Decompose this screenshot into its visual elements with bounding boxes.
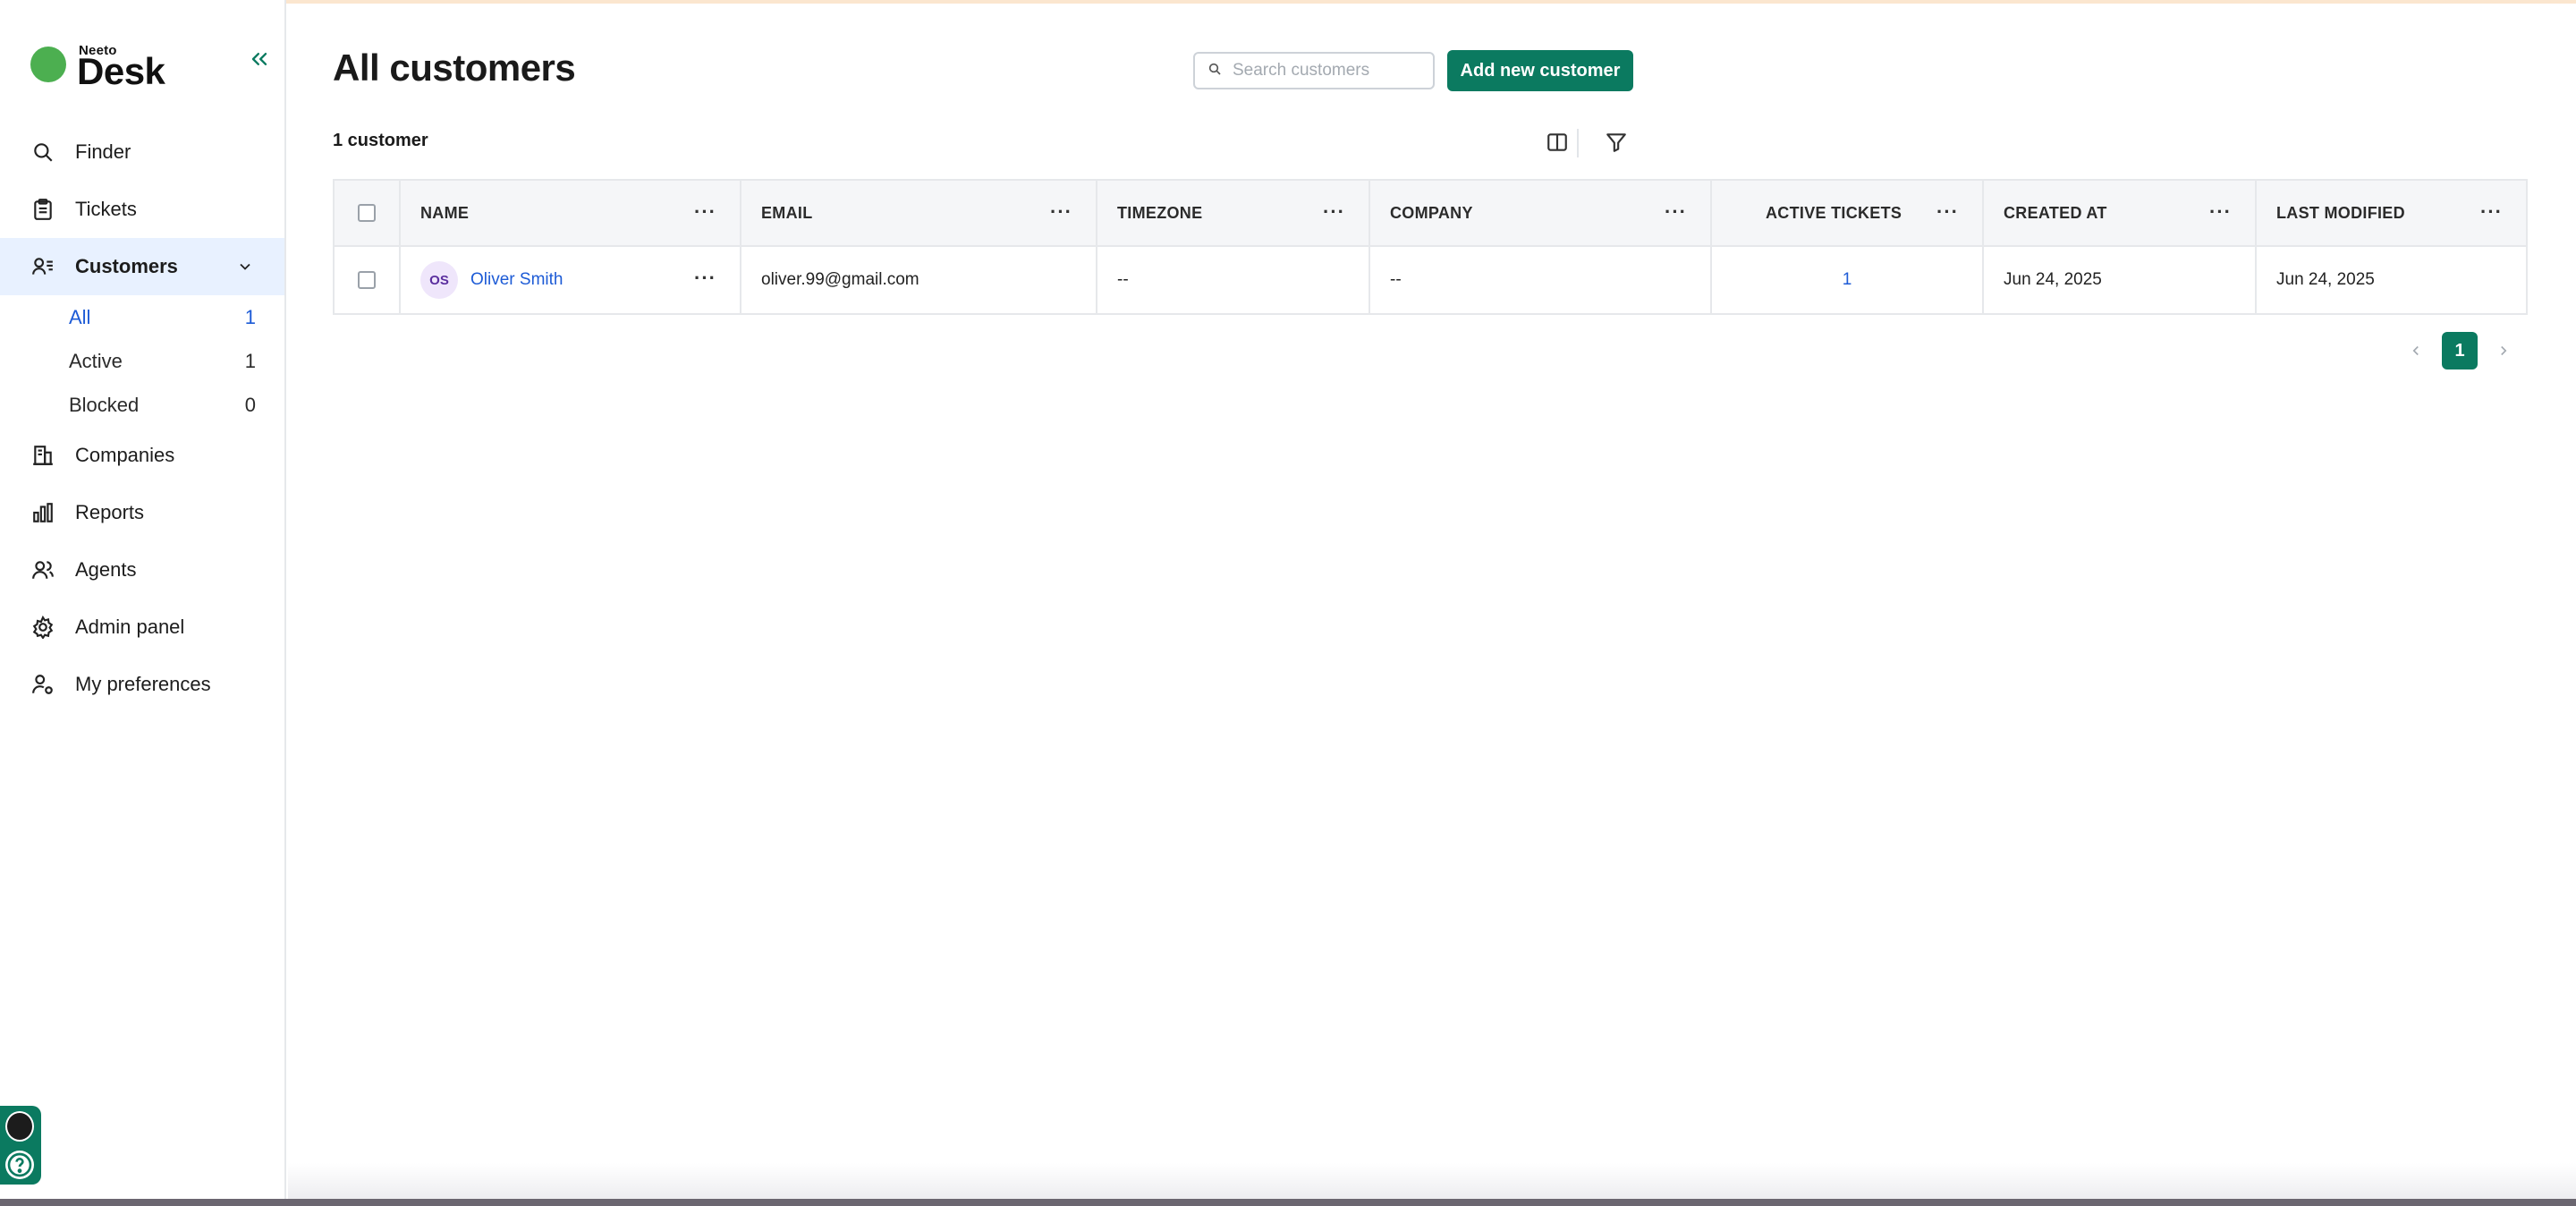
search-box[interactable] xyxy=(1193,52,1435,89)
filter-blocked[interactable]: Blocked 0 xyxy=(69,383,284,427)
row-actions-icon[interactable]: ··· xyxy=(694,268,716,288)
filter-label: All xyxy=(69,305,91,328)
customer-timezone-cell: -- xyxy=(1097,247,1370,313)
active-tickets-cell: 1 xyxy=(1712,247,1984,313)
toolbar-divider xyxy=(1577,129,1579,157)
clipboard-icon xyxy=(30,197,55,222)
user-avatar-icon[interactable] xyxy=(5,1111,34,1142)
sidebar-item-my-preferences[interactable]: My preferences xyxy=(0,656,284,713)
customer-email-cell: oliver.99@gmail.com xyxy=(741,247,1097,313)
collapse-sidebar-icon[interactable] xyxy=(247,47,272,72)
column-menu-icon[interactable]: ··· xyxy=(1050,202,1072,222)
sidebar-item-label: Admin panel xyxy=(75,616,185,638)
filter-label: Blocked xyxy=(69,393,140,416)
filter-icon[interactable] xyxy=(1605,131,1630,156)
column-menu-icon[interactable]: ··· xyxy=(1323,202,1345,222)
column-header-label: LAST MODIFIED xyxy=(2276,203,2405,222)
page-title: All customers xyxy=(333,47,576,89)
column-header-label: TIMEZONE xyxy=(1117,203,1203,222)
last-modified-cell: Jun 24, 2025 xyxy=(2276,270,2375,289)
column-header-company[interactable]: COMPANY ··· xyxy=(1370,181,1712,245)
column-header-name[interactable]: NAME ··· xyxy=(401,181,741,245)
sidebar-item-label: Companies xyxy=(75,444,175,466)
pagination: 1 xyxy=(2402,331,2517,370)
logo-product-text: Desk xyxy=(77,50,165,92)
filter-label: Active xyxy=(69,349,123,372)
bar-chart-icon xyxy=(30,500,55,525)
sidebar-nav: Finder Tickets Customers All 1 Active 1 … xyxy=(0,123,284,713)
sidebar-item-tickets[interactable]: Tickets xyxy=(0,181,284,238)
table-header-row: NAME ··· EMAIL ··· TIMEZONE ··· COMPANY … xyxy=(335,181,2526,247)
building-icon xyxy=(30,443,55,468)
customer-filter-list: All 1 Active 1 Blocked 0 xyxy=(0,295,284,427)
next-page-icon[interactable] xyxy=(2490,337,2517,364)
column-menu-icon[interactable]: ··· xyxy=(2480,202,2503,222)
column-header-email[interactable]: EMAIL ··· xyxy=(741,181,1097,245)
sidebar-item-label: Agents xyxy=(75,558,137,581)
column-header-active-tickets[interactable]: ACTIVE TICKETS ··· xyxy=(1712,181,1984,245)
column-header-timezone[interactable]: TIMEZONE ··· xyxy=(1097,181,1370,245)
filter-count: 1 xyxy=(244,305,256,328)
search-icon xyxy=(1208,62,1222,81)
column-header-label: ACTIVE TICKETS xyxy=(1766,203,1902,222)
customers-table: NAME ··· EMAIL ··· TIMEZONE ··· COMPANY … xyxy=(333,179,2528,315)
sidebar-item-reports[interactable]: Reports xyxy=(0,484,284,541)
column-header-label: NAME xyxy=(420,203,470,222)
gear-icon xyxy=(30,615,55,640)
page-number-current[interactable]: 1 xyxy=(2442,332,2478,369)
users-icon xyxy=(30,557,55,582)
customer-name-cell: OS Oliver Smith ··· xyxy=(401,247,741,313)
column-header-created-at[interactable]: CREATED AT ··· xyxy=(1984,181,2257,245)
sidebar-item-label: Customers xyxy=(75,255,178,277)
previous-page-icon[interactable] xyxy=(2402,337,2429,364)
select-all-checkbox[interactable] xyxy=(358,204,376,222)
window-bottom-edge xyxy=(0,1199,2576,1206)
sidebar-item-customers[interactable]: Customers xyxy=(0,238,284,295)
filter-count: 1 xyxy=(244,349,256,372)
row-checkbox[interactable] xyxy=(358,271,376,289)
customer-company-cell: -- xyxy=(1370,247,1712,313)
select-all-cell xyxy=(335,181,401,245)
sidebar-item-agents[interactable]: Agents xyxy=(0,541,284,599)
customer-name-link[interactable]: Oliver Smith xyxy=(470,270,563,290)
column-menu-icon[interactable]: ··· xyxy=(1665,202,1687,222)
sidebar-item-label: Finder xyxy=(75,140,131,163)
user-settings-icon xyxy=(30,672,55,697)
logo-mark-icon xyxy=(30,47,66,82)
search-icon xyxy=(30,140,55,165)
sidebar: Neeto Desk Finder Tickets Customers All … xyxy=(0,0,286,1206)
column-header-label: EMAIL xyxy=(761,203,813,222)
sidebar-item-label: Reports xyxy=(75,501,145,523)
filter-count: 0 xyxy=(244,393,256,416)
column-header-last-modified[interactable]: LAST MODIFIED ··· xyxy=(2257,181,2526,245)
search-input[interactable] xyxy=(1233,61,1429,81)
sidebar-item-finder[interactable]: Finder xyxy=(0,123,284,181)
column-header-label: COMPANY xyxy=(1390,203,1473,222)
column-menu-icon[interactable]: ··· xyxy=(694,202,716,222)
users-list-icon xyxy=(30,254,55,279)
avatar: OS xyxy=(420,261,458,299)
columns-icon[interactable] xyxy=(1546,131,1571,156)
sidebar-item-companies[interactable]: Companies xyxy=(0,427,284,484)
sidebar-item-label: Tickets xyxy=(75,198,137,220)
customer-count: 1 customer xyxy=(333,131,428,150)
bottom-widget-dock xyxy=(0,1106,41,1185)
neeto-desk-logo[interactable]: Neeto Desk xyxy=(30,41,191,92)
sidebar-item-label: My preferences xyxy=(75,673,211,695)
sidebar-item-admin-panel[interactable]: Admin panel xyxy=(0,599,284,656)
active-tickets-link[interactable]: 1 xyxy=(1843,270,1852,290)
row-select-cell xyxy=(335,247,401,313)
column-header-label: CREATED AT xyxy=(2004,203,2107,222)
table-row[interactable]: OS Oliver Smith ··· oliver.99@gmail.com … xyxy=(335,247,2526,313)
help-icon[interactable] xyxy=(5,1151,34,1179)
column-menu-icon[interactable]: ··· xyxy=(2209,202,2232,222)
created-at-cell: Jun 24, 2025 xyxy=(1984,247,2257,313)
add-new-customer-button[interactable]: Add new customer xyxy=(1447,50,1633,91)
chevron-down-icon[interactable] xyxy=(236,258,254,276)
main-content: All customers Add new customer 1 custome… xyxy=(288,0,2576,1206)
filter-active[interactable]: Active 1 xyxy=(69,339,284,383)
filter-all[interactable]: All 1 xyxy=(69,295,284,339)
column-menu-icon[interactable]: ··· xyxy=(1936,202,1959,222)
